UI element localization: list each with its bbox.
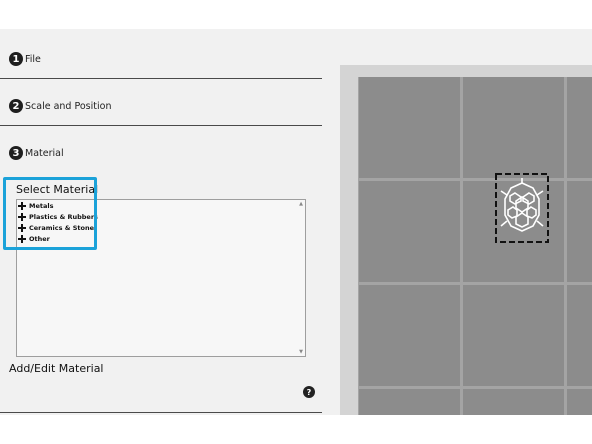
step-scale-label: Scale and Position (25, 100, 112, 112)
scroll-down-icon[interactable]: ▼ (298, 349, 304, 355)
step-file-header[interactable]: 1 File (9, 52, 41, 66)
divider (0, 125, 322, 126)
app-window: 1 File 2 Scale and Position 3 Material S… (0, 29, 592, 415)
step-scale-header[interactable]: 2 Scale and Position (9, 99, 111, 113)
step-2-number-icon: 2 (9, 99, 23, 113)
add-edit-material-label[interactable]: Add/Edit Material (9, 362, 104, 375)
scroll-up-icon[interactable]: ▲ (298, 201, 304, 207)
divider (0, 412, 322, 413)
divider (0, 78, 322, 79)
highlight-box (3, 177, 97, 250)
help-icon[interactable]: ? (303, 386, 315, 398)
step-file-label: File (25, 53, 41, 65)
settings-panel: 1 File 2 Scale and Position 3 Material S… (0, 29, 340, 415)
step-3-number-icon: 3 (9, 146, 23, 160)
step-1-number-icon: 1 (9, 52, 23, 66)
build-plate-grid (358, 77, 592, 415)
step-material-header[interactable]: 3 Material (9, 146, 64, 160)
tortoise-shell-icon[interactable] (495, 173, 549, 243)
step-material-label: Material (25, 147, 64, 159)
3d-viewport[interactable] (340, 65, 592, 415)
